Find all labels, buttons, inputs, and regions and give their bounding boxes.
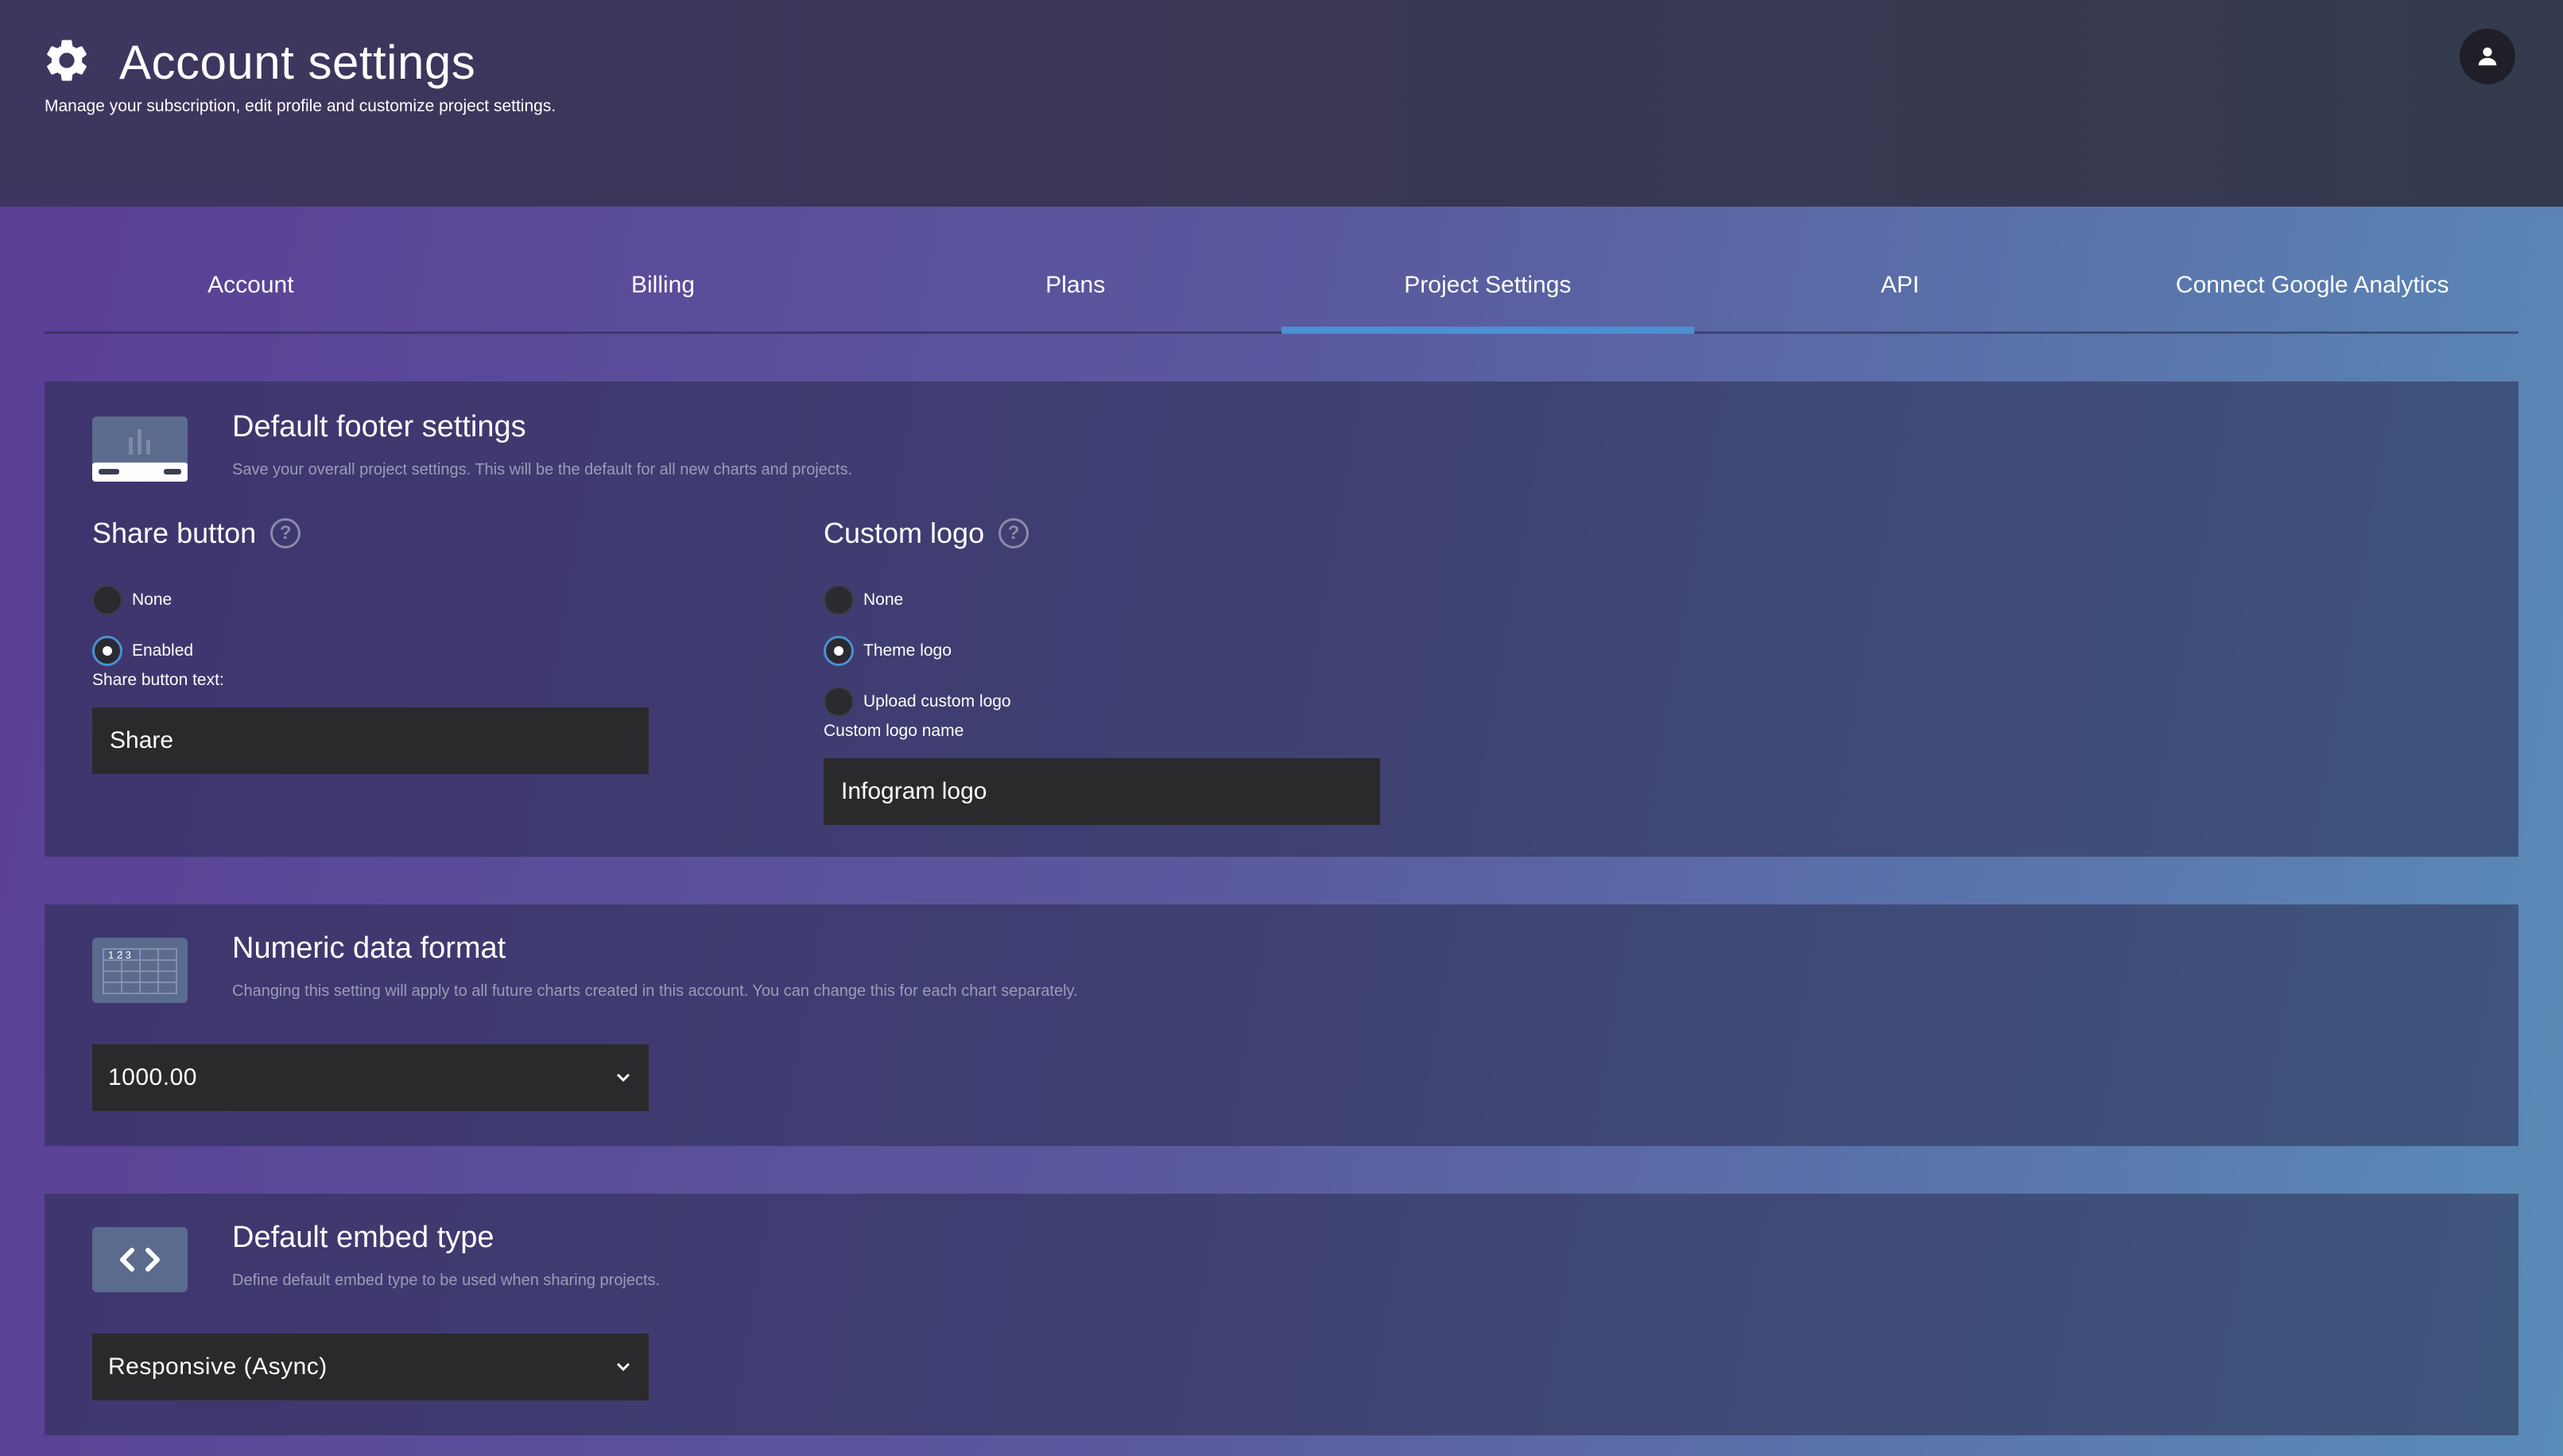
footer-settings-description: Save your overall project settings. This… (232, 461, 853, 478)
radio-none[interactable] (92, 585, 122, 615)
footer-settings-card: Default footer settings Save your overal… (45, 381, 2518, 857)
tab-connect-google-analytics[interactable]: Connect Google Analytics (2106, 238, 2518, 331)
footer-preview-icon (92, 416, 188, 482)
share-button-text-label: Share button text: (92, 671, 224, 689)
chevron-down-icon (616, 1362, 630, 1372)
numeric-format-select[interactable]: 1000.00 (92, 1044, 649, 1111)
gear-icon (47, 40, 87, 81)
share-button-heading-label: Share button (92, 517, 257, 549)
tab-project-settings[interactable]: Project Settings (1282, 238, 1694, 334)
logo-option-upload[interactable]: Upload custom logo (824, 687, 1011, 717)
numeric-format-value: 1000.00 (108, 1064, 197, 1090)
numeric-format-description: Changing this setting will apply to all … (232, 982, 1078, 1000)
settings-tabs: Account Billing Plans Project Settings A… (45, 238, 2518, 334)
numeric-format-card: 1 2 3 Numeric data format Changing this … (45, 904, 2518, 1146)
page-subtitle: Manage your subscription, edit profile a… (45, 97, 556, 115)
share-button-text-input[interactable] (92, 707, 649, 774)
share-option-none-label: None (132, 591, 173, 609)
user-icon (2478, 47, 2497, 66)
radio-none[interactable] (824, 585, 854, 615)
svg-text:1 2 3: 1 2 3 (108, 949, 131, 961)
code-icon (92, 1227, 188, 1292)
radio-upload-custom-logo[interactable] (824, 687, 854, 717)
custom-logo-heading-label: Custom logo (824, 517, 985, 549)
logo-option-none-label: None (863, 591, 904, 609)
tab-account[interactable]: Account (45, 238, 457, 331)
page-title: Account settings (119, 36, 476, 89)
share-option-enabled-label: Enabled (132, 641, 194, 660)
number-grid-icon: 1 2 3 (92, 938, 188, 1003)
custom-logo-name-input[interactable] (824, 758, 1380, 825)
tab-api[interactable]: API (1694, 238, 2107, 331)
logo-option-none[interactable]: None (824, 585, 903, 615)
chevron-down-icon (616, 1073, 630, 1082)
share-option-enabled[interactable]: Enabled (92, 636, 193, 666)
share-button-heading: Share button ? (92, 517, 301, 550)
help-icon[interactable]: ? (270, 518, 301, 548)
radio-theme-logo[interactable] (824, 636, 854, 666)
tab-billing[interactable]: Billing (457, 238, 870, 331)
logo-option-theme[interactable]: Theme logo (824, 636, 952, 666)
help-icon[interactable]: ? (998, 518, 1029, 548)
logo-option-upload-label: Upload custom logo (863, 692, 1011, 711)
embed-type-select[interactable]: Responsive (Async) (92, 1334, 649, 1400)
numeric-format-title: Numeric data format (232, 931, 506, 965)
user-avatar-button[interactable] (2460, 29, 2515, 84)
custom-logo-name-label: Custom logo name (824, 722, 964, 740)
embed-type-card: Default embed type Define default embed … (45, 1194, 2518, 1435)
logo-option-theme-label: Theme logo (863, 641, 952, 660)
page-header: Account settings Manage your subscriptio… (0, 0, 2563, 207)
tab-plans[interactable]: Plans (869, 238, 1282, 331)
radio-enabled[interactable] (92, 636, 122, 666)
share-option-none[interactable]: None (92, 585, 172, 615)
embed-type-title: Default embed type (232, 1221, 494, 1254)
custom-logo-heading: Custom logo ? (824, 517, 1029, 550)
embed-type-description: Define default embed type to be used whe… (232, 1272, 661, 1289)
embed-type-value: Responsive (Async) (108, 1353, 328, 1380)
footer-settings-title: Default footer settings (232, 410, 526, 443)
